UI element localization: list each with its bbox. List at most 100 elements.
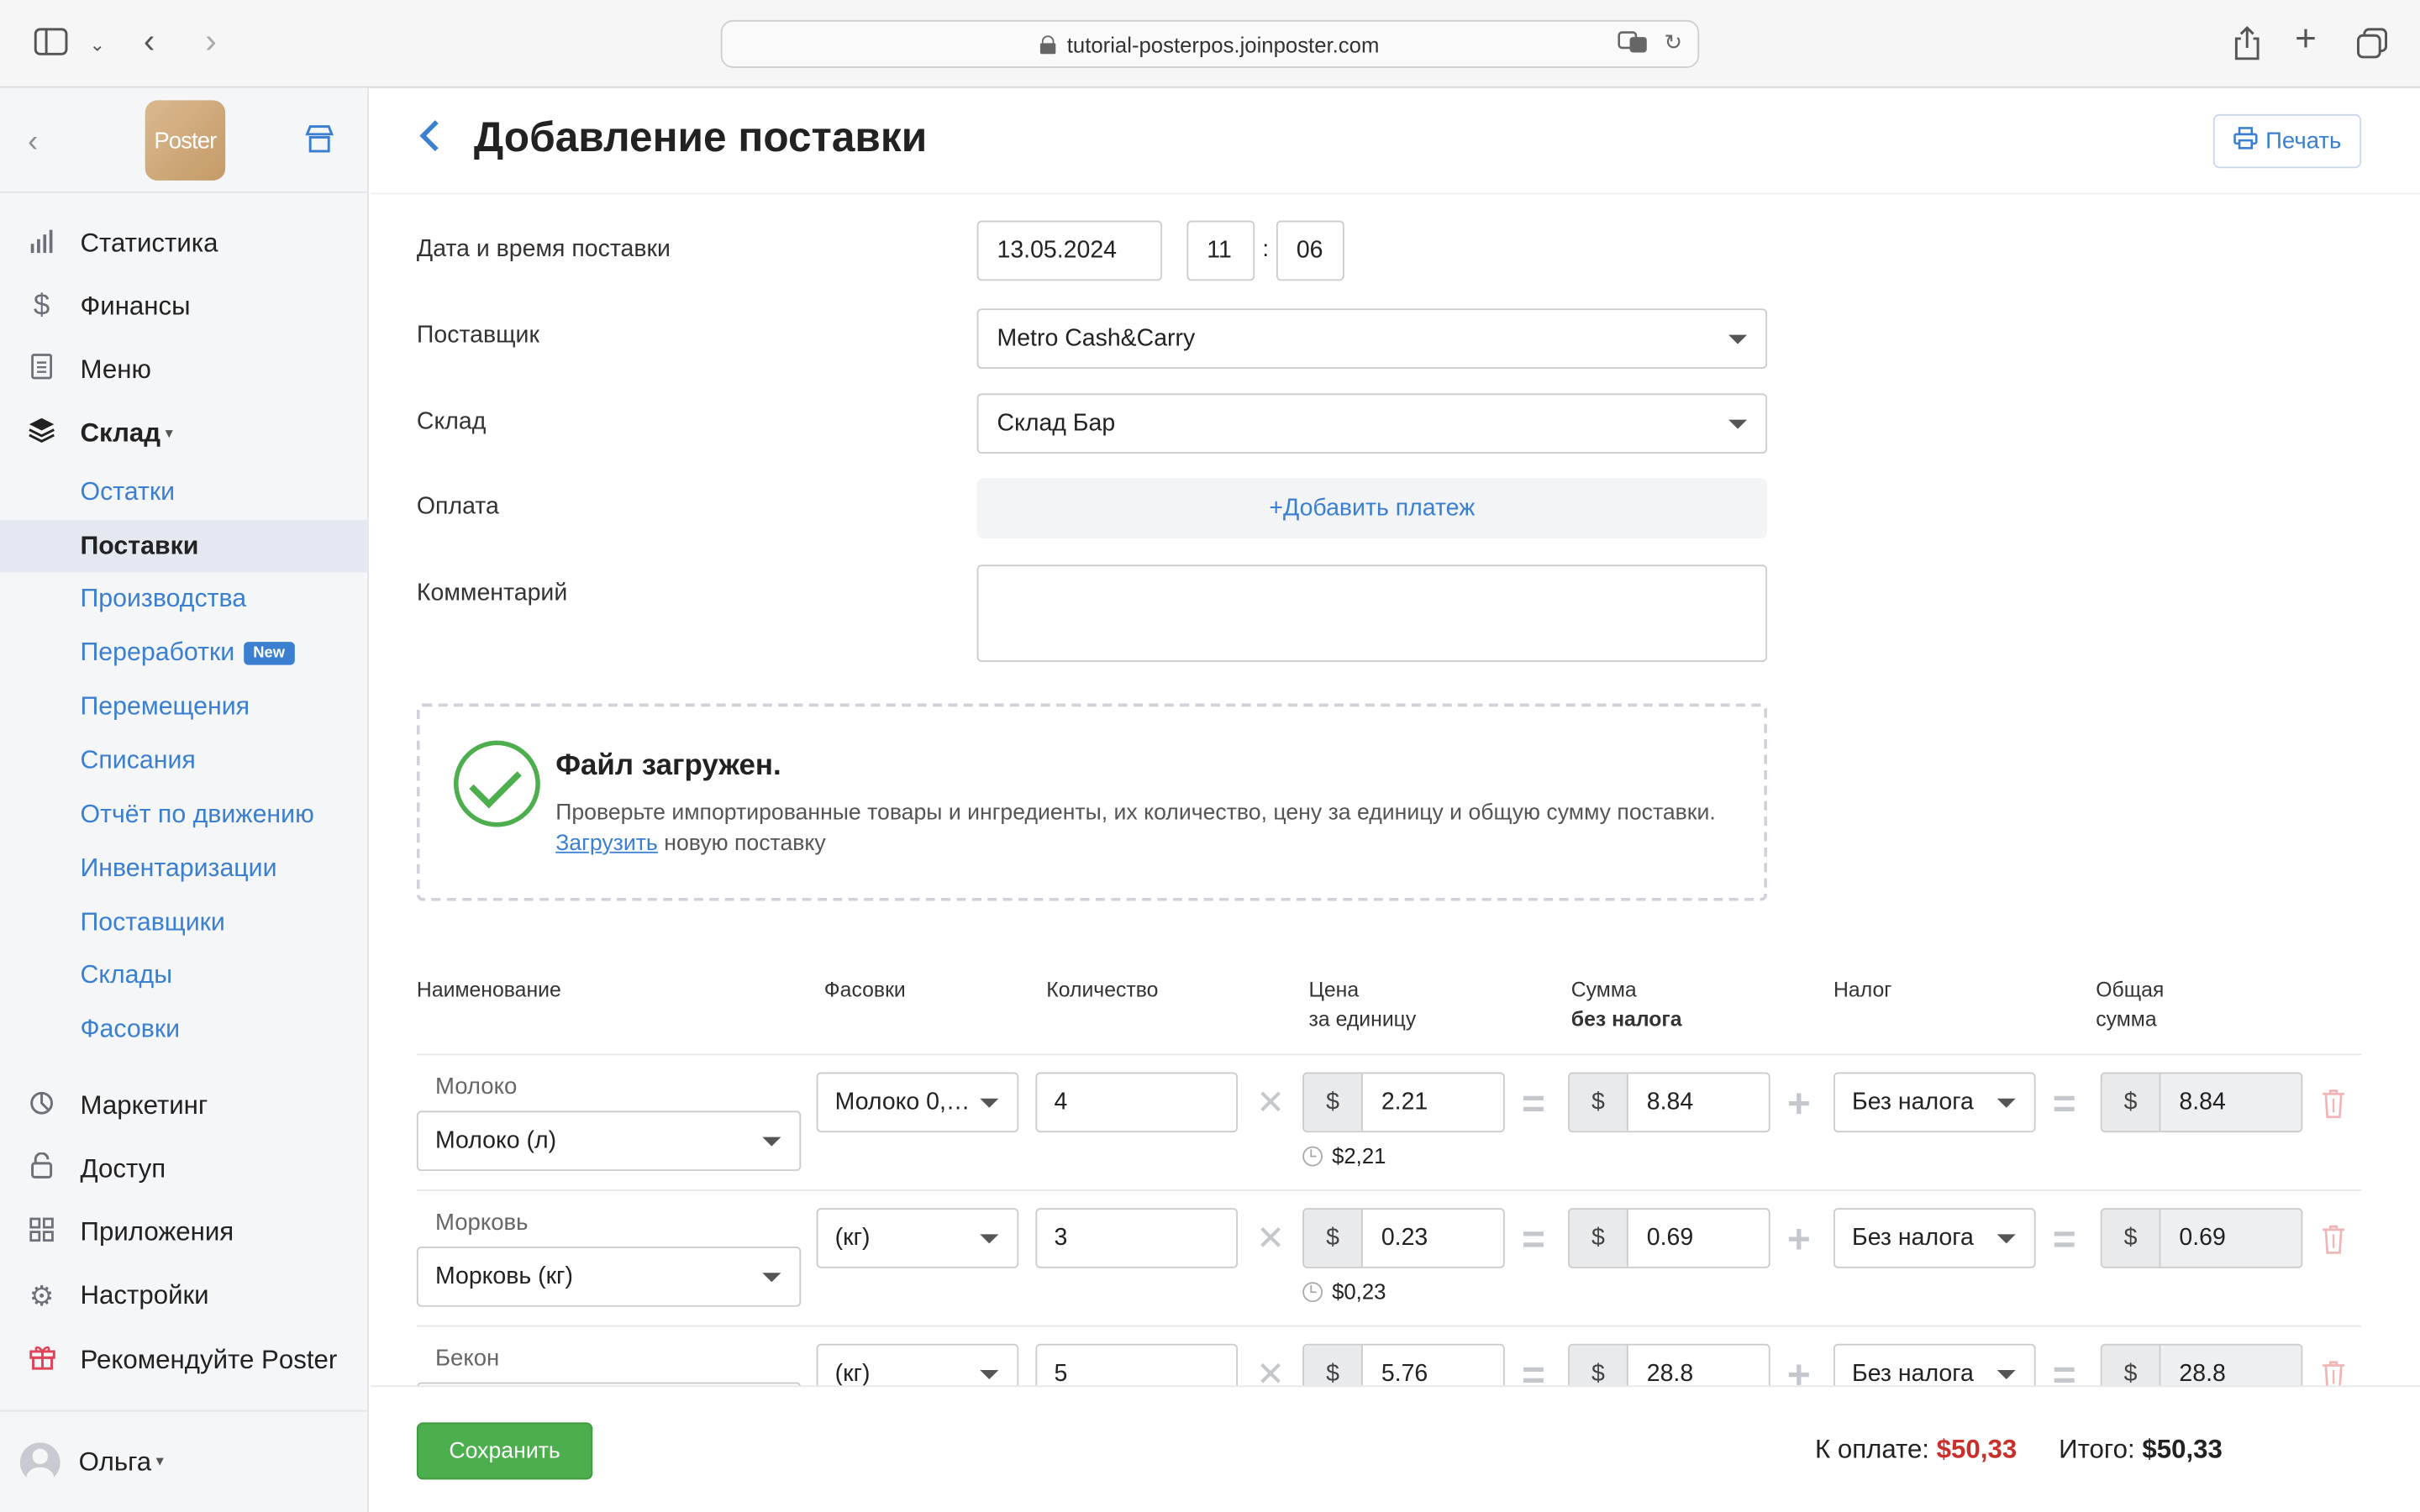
col-header-total: Общая сумма — [2096, 975, 2164, 1034]
sidebar-subitem-fasovki[interactable]: Фасовки — [0, 1003, 369, 1055]
last-price-hint: $0,23 — [1302, 1279, 1386, 1304]
save-button[interactable]: Сохранить — [416, 1422, 593, 1480]
trash-icon[interactable] — [2321, 1224, 2345, 1255]
sidebar-subitem-otchet[interactable]: Отчёт по движению — [0, 789, 369, 841]
minute-input[interactable]: 06 — [1276, 220, 1344, 281]
table-divider — [416, 1325, 2362, 1327]
price-input[interactable]: $ 2.21 — [1302, 1072, 1505, 1133]
hour-input[interactable]: 11 — [1186, 220, 1255, 281]
sidebar-item-statistika[interactable]: Статистика — [0, 223, 369, 264]
browser-toolbar: ⌄ ‹ › tutorial-posterpos.joinposter.com … — [0, 0, 2420, 88]
sidebar-subitem-postavshchiki[interactable]: Поставщики — [0, 896, 369, 948]
quantity-input[interactable]: 3 — [1035, 1208, 1239, 1268]
equals-icon: = — [2052, 1215, 2076, 1263]
print-button[interactable]: Печать — [2212, 113, 2362, 169]
sidebar-subitem-label: Перемещения — [80, 691, 250, 720]
currency-symbol: $ — [1304, 1209, 1363, 1267]
address-bar[interactable]: tutorial-posterpos.joinposter.com ↻ — [720, 19, 1700, 68]
warehouse-select[interactable]: Склад Бар — [976, 393, 1768, 454]
plus-icon: + — [1786, 1079, 1811, 1126]
add-payment-button[interactable]: +Добавить платеж — [976, 478, 1768, 539]
col-header-tax: Налог — [1833, 978, 1892, 1002]
upload-link[interactable]: Загрузить — [555, 832, 658, 856]
sidebar-item-sklad[interactable]: Склад ▾ — [0, 413, 369, 454]
currency-symbol: $ — [2102, 1074, 2161, 1131]
user-menu[interactable]: Ольга ▾ — [0, 1410, 369, 1512]
chevron-down-icon[interactable]: ⌄ — [90, 29, 105, 60]
chevron-down-icon — [1996, 1234, 2016, 1244]
browser-back-icon[interactable]: ‹ — [144, 24, 155, 57]
collapse-sidebar-icon[interactable]: ‹ — [28, 125, 38, 160]
chevron-down-icon — [980, 1369, 999, 1380]
sidebar-subitem-postavki[interactable]: Поставки — [0, 519, 369, 573]
sidebar-item-dostup[interactable]: Доступ — [0, 1149, 369, 1189]
sidebar-item-marketing[interactable]: Маркетинг — [0, 1086, 369, 1126]
chevron-down-icon — [1728, 334, 1748, 344]
tax-select[interactable]: Без налога — [1833, 1208, 2036, 1268]
quantity-input[interactable]: 4 — [1035, 1072, 1239, 1133]
total-value: 8.84 — [2179, 1088, 2226, 1116]
sidebar-subitem-ostatki[interactable]: Остатки — [0, 466, 369, 518]
sidebar-subitem-peremescheniya[interactable]: Перемещения — [0, 680, 369, 732]
col-header-total-line2: сумма — [2096, 1007, 2157, 1031]
ingredient-select[interactable]: Морковь (кг) — [416, 1247, 802, 1307]
total-summary: Итого: $50,33 — [2059, 1435, 2223, 1466]
col-header-packing: Фасовки — [823, 978, 906, 1002]
back-arrow-icon[interactable] — [417, 116, 441, 165]
browser-forward-icon[interactable]: › — [205, 24, 216, 57]
page-header: Добавление поставки Печать — [370, 88, 2420, 195]
col-header-quantity: Количество — [1046, 978, 1159, 1002]
date-input[interactable]: 13.05.2024 — [976, 220, 1163, 281]
packing-select[interactable]: Молоко 0,… — [816, 1072, 1019, 1133]
to-pay-label: К оплате: — [1814, 1435, 1929, 1465]
price-input[interactable]: $ 0.23 — [1302, 1208, 1505, 1268]
currency-symbol: $ — [1304, 1074, 1363, 1131]
col-header-sum-line2: без налога — [1570, 1007, 1682, 1031]
translate-icon[interactable] — [1618, 29, 1649, 59]
warehouse-label: Склад — [416, 408, 487, 435]
supplier-select[interactable]: Metro Cash&Carry — [976, 308, 1768, 369]
poster-logo[interactable]: Poster — [145, 100, 226, 181]
tabs-overview-icon[interactable] — [2357, 28, 2388, 65]
sidebar-subitem-label: Списания — [80, 746, 196, 774]
sidebar-item-recommend[interactable]: Рекомендуйте Poster — [0, 1341, 369, 1381]
tax-value: Без налога — [1852, 1088, 1974, 1116]
new-tab-icon[interactable]: + — [2295, 21, 2317, 58]
avatar — [19, 1441, 60, 1483]
sidebar-item-prilozheniya[interactable]: Приложения — [0, 1213, 369, 1253]
sidebar-subitem-pererabotki[interactable]: Переработки New — [0, 627, 369, 679]
table-divider — [416, 1053, 2362, 1056]
supplier-label: Поставщик — [416, 322, 539, 349]
packing-select[interactable]: (кг) — [816, 1208, 1019, 1268]
sidebar-item-label: Статистика — [80, 228, 218, 258]
chevron-down-icon — [762, 1137, 781, 1147]
dollar-icon: $ — [33, 290, 50, 323]
sum-input[interactable]: $ 0.69 — [1568, 1208, 1770, 1268]
sum-input[interactable]: $ 8.84 — [1568, 1072, 1770, 1133]
tax-value: Без налога — [1852, 1224, 1974, 1251]
share-icon[interactable] — [2233, 25, 2261, 66]
multiply-icon: ✕ — [1256, 1218, 1285, 1257]
sidebar-item-nastroyki[interactable]: ⚙ Настройки — [0, 1276, 369, 1316]
reload-icon[interactable]: ↻ — [1664, 29, 1682, 59]
sidebar-subitem-inventarizacii[interactable]: Инвентаризации — [0, 843, 369, 895]
comment-textarea[interactable] — [976, 564, 1768, 662]
tax-select[interactable]: Без налога — [1833, 1072, 2036, 1133]
sidebar-toggle-icon[interactable] — [34, 28, 68, 61]
sidebar-subitem-sklady[interactable]: Склады — [0, 949, 369, 1001]
sidebar-item-menu[interactable]: Меню — [0, 350, 369, 391]
sidebar-subitem-label: Производства — [80, 584, 247, 612]
sidebar-item-finansy[interactable]: $ Финансы — [0, 287, 369, 328]
layers-icon — [26, 417, 57, 450]
upload-notice: Файл загружен. Проверьте импортированные… — [416, 703, 1768, 901]
total-value: 0.69 — [2179, 1224, 2226, 1251]
multiply-icon: ✕ — [1256, 1083, 1285, 1122]
store-icon[interactable] — [304, 125, 335, 153]
trash-icon[interactable] — [2321, 1088, 2345, 1119]
ingredient-value: Молоко (л) — [434, 1126, 557, 1153]
ingredient-select[interactable]: Молоко (л) — [416, 1110, 802, 1172]
sidebar-subitem-spisaniya[interactable]: Списания — [0, 734, 369, 786]
total-field: $ 8.84 — [2100, 1072, 2303, 1133]
sidebar-subitem-label: Склады — [80, 960, 173, 989]
sidebar-subitem-proizvodstva[interactable]: Производства — [0, 572, 369, 624]
